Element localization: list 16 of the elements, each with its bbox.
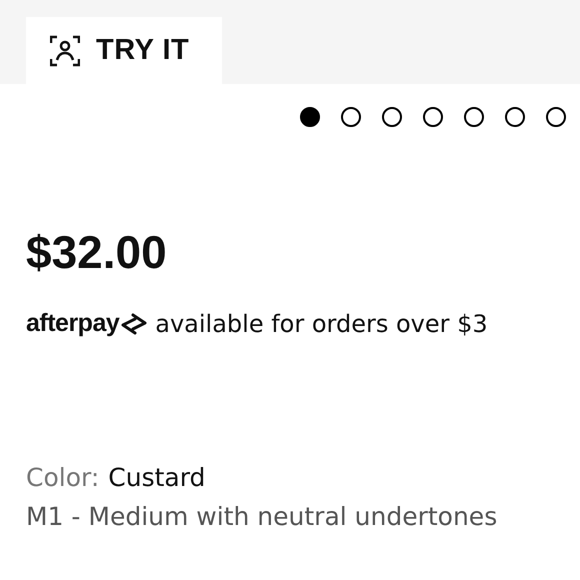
face-scan-icon (50, 34, 80, 66)
try-it-tab[interactable]: TRY IT (26, 17, 222, 84)
color-value: Custard (108, 463, 206, 492)
carousel-dot[interactable] (382, 107, 402, 127)
carousel-dot[interactable] (423, 107, 443, 127)
carousel-dot[interactable] (341, 107, 361, 127)
afterpay-text: available for orders over $3 (155, 310, 488, 338)
afterpay-logo: afterpay (26, 309, 120, 338)
carousel-dot[interactable] (464, 107, 484, 127)
carousel-dot[interactable] (505, 107, 525, 127)
carousel-dot[interactable] (300, 107, 320, 127)
carousel-dot[interactable] (546, 107, 566, 127)
color-label: Color: (26, 463, 100, 492)
arrows-loop-icon (119, 312, 150, 336)
price: $32.00 (26, 225, 168, 279)
shade-description: M1 - Medium with neutral undertones (26, 502, 498, 531)
